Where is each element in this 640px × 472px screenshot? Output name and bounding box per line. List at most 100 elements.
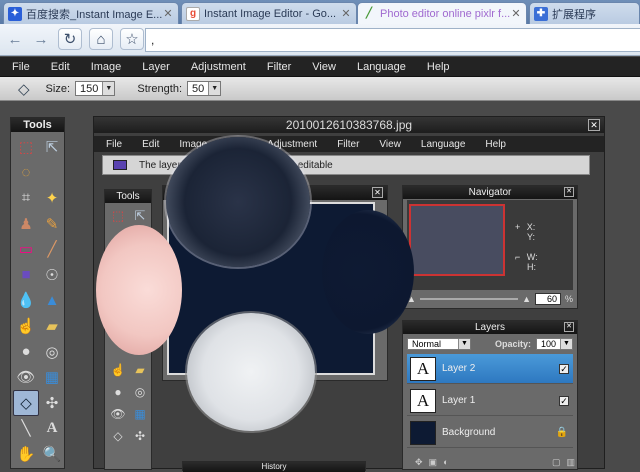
- visibility-checkbox[interactable]: ✓: [559, 363, 569, 374]
- tab-pixlr-editor[interactable]: ╱ Photo editor online pixlr f... ✕: [357, 2, 527, 24]
- layer-row-layer-2[interactable]: A Layer 2 ✓: [407, 354, 573, 384]
- link-icon[interactable]: ✥: [415, 457, 423, 469]
- drop-tool-icon[interactable]: 💧: [13, 288, 39, 314]
- inner-menu-image[interactable]: Image: [167, 139, 215, 150]
- sharpen-tool-icon[interactable]: ▲: [129, 337, 151, 359]
- stamp-tool-icon[interactable]: ♟: [13, 211, 39, 237]
- menu-filter[interactable]: Filter: [255, 61, 300, 73]
- inner-menu-view[interactable]: View: [367, 139, 409, 150]
- inner-menu-help[interactable]: Help: [473, 139, 514, 150]
- pinch-tool-icon[interactable]: ◇: [13, 389, 39, 416]
- image-canvas[interactable]: [167, 202, 375, 375]
- inner-menu-filter[interactable]: Filter: [325, 139, 367, 150]
- zoom-out-icon[interactable]: ▲: [407, 294, 416, 304]
- sponge-tool-icon[interactable]: ▰: [129, 359, 151, 381]
- color-picker-icon[interactable]: ╲: [13, 416, 39, 442]
- new-layer-icon[interactable]: ▢: [552, 457, 561, 469]
- dodge-tool-icon[interactable]: ◎: [129, 381, 151, 403]
- empty-slot: [129, 315, 151, 337]
- smudge-tool-icon[interactable]: ☝: [107, 359, 129, 381]
- eraser-tool-icon[interactable]: ▭: [13, 236, 39, 262]
- text-tool-icon[interactable]: A: [39, 416, 65, 442]
- marquee-tool-icon[interactable]: ⬚: [13, 134, 39, 160]
- pinch-tool-icon[interactable]: ◇: [107, 425, 129, 447]
- chevron-down-icon[interactable]: ▼: [208, 82, 221, 95]
- menu-view[interactable]: View: [300, 61, 345, 73]
- red-eye-tool-icon[interactable]: 👁: [13, 364, 39, 390]
- close-icon[interactable]: ✕: [564, 322, 574, 332]
- strength-input[interactable]: 50 ▼: [187, 81, 222, 96]
- fill-rect-icon[interactable]: ■: [13, 262, 39, 288]
- forward-icon[interactable]: →: [29, 28, 53, 50]
- y-label: Y:: [527, 232, 536, 242]
- gradient-tool-icon[interactable]: ▦: [39, 364, 65, 390]
- replace-color-icon[interactable]: ☉: [39, 262, 65, 288]
- reload-icon[interactable]: ↻: [58, 28, 82, 50]
- address-bar[interactable]: ,: [145, 28, 640, 52]
- menu-edit[interactable]: Edit: [39, 61, 79, 73]
- menu-file[interactable]: File: [0, 61, 39, 73]
- lasso-tool-icon[interactable]: ◌: [13, 160, 39, 186]
- inner-menu-edit[interactable]: Edit: [130, 139, 167, 150]
- close-icon[interactable]: ✕: [564, 187, 574, 197]
- close-icon[interactable]: ✕: [340, 7, 352, 20]
- burn-tool-icon[interactable]: ●: [13, 339, 39, 365]
- home-icon[interactable]: ⌂: [89, 28, 113, 50]
- inner-tools-panel: Tools ⬚ ⇱ ▲ ☝ ▰ ● ◎ 👁 ▦ ◇ ✣: [104, 189, 152, 470]
- menu-adjustment[interactable]: Adjustment: [179, 61, 255, 73]
- pencil-tool-icon[interactable]: ✎: [39, 211, 65, 237]
- smudge-tool-icon[interactable]: ☝: [13, 313, 39, 339]
- h-label: H:: [527, 262, 536, 272]
- chevron-down-icon[interactable]: ▼: [560, 339, 572, 349]
- zoom-in-icon[interactable]: ▲: [522, 294, 531, 304]
- zoom-input[interactable]: 60: [534, 293, 561, 305]
- tab-baidu-search[interactable]: ✦ 百度搜索_Instant Image E... ✕: [3, 2, 179, 24]
- hand-tool-icon[interactable]: ✋: [13, 441, 39, 467]
- zoom-slider[interactable]: [419, 298, 519, 300]
- close-icon[interactable]: ✕: [510, 7, 522, 20]
- menu-language[interactable]: Language: [345, 61, 415, 73]
- move-tool-icon[interactable]: ⇱: [39, 134, 65, 160]
- close-icon[interactable]: ✕: [588, 119, 600, 131]
- menu-layer[interactable]: Layer: [130, 61, 179, 73]
- dodge-tool-icon[interactable]: ◎: [39, 339, 65, 365]
- zoom-tool-icon[interactable]: 🔍: [39, 441, 65, 467]
- navigator-thumbnail[interactable]: [409, 204, 505, 276]
- gradient-tool-icon[interactable]: ▦: [129, 403, 151, 425]
- bloat-tool-icon[interactable]: ✣: [39, 390, 65, 416]
- tab-extensions[interactable]: ✚ 扩展程序: [529, 2, 640, 24]
- menu-image[interactable]: Image: [79, 61, 131, 73]
- burn-tool-icon[interactable]: ●: [107, 381, 129, 403]
- trash-icon[interactable]: ▥: [566, 457, 575, 469]
- blend-mode-select[interactable]: Normal ▼: [407, 338, 471, 350]
- delete-layer-icon[interactable]: ▣: [429, 457, 438, 469]
- marquee-tool-icon[interactable]: ⬚: [107, 205, 129, 227]
- size-input[interactable]: 150 ▼: [75, 81, 116, 96]
- close-icon[interactable]: ✕: [162, 7, 174, 20]
- sharpen-tool-icon[interactable]: ▲: [39, 288, 65, 314]
- inner-menu-adjustment[interactable]: Adjustment: [255, 139, 325, 150]
- inner-menu-language[interactable]: Language: [409, 139, 474, 150]
- bloat-tool-icon[interactable]: ✣: [129, 425, 151, 447]
- sponge-tool-icon[interactable]: ▰: [39, 313, 65, 339]
- back-icon[interactable]: ←: [3, 28, 27, 50]
- brush-tool-icon: ◇: [18, 80, 30, 98]
- layer-mask-icon[interactable]: ◐: [443, 457, 448, 469]
- opacity-input[interactable]: 100 ▼: [535, 338, 573, 350]
- chevron-down-icon[interactable]: ▼: [102, 82, 115, 95]
- move-tool-icon[interactable]: ⇱: [129, 205, 151, 227]
- red-eye-tool-icon[interactable]: 👁: [107, 403, 129, 425]
- layer-row-layer-1[interactable]: A Layer 1 ✓: [407, 386, 573, 416]
- crop-tool-icon[interactable]: ⌗: [13, 185, 39, 211]
- chevron-down-icon[interactable]: ▼: [457, 339, 470, 349]
- layer-row-background[interactable]: Background 🔒: [407, 418, 573, 448]
- visibility-checkbox[interactable]: ✓: [559, 395, 569, 406]
- menu-help[interactable]: Help: [415, 61, 459, 73]
- tab-instant-image-editor[interactable]: g Instant Image Editor - Go... ✕: [181, 2, 357, 24]
- layer-name: Background: [442, 427, 496, 438]
- brush-tool-icon[interactable]: ╱: [39, 236, 65, 262]
- wand-tool-icon[interactable]: ✦: [39, 185, 65, 211]
- bookmark-star-icon[interactable]: ☆: [120, 28, 144, 50]
- inner-menu-file[interactable]: File: [94, 139, 130, 150]
- close-icon[interactable]: ✕: [372, 187, 383, 198]
